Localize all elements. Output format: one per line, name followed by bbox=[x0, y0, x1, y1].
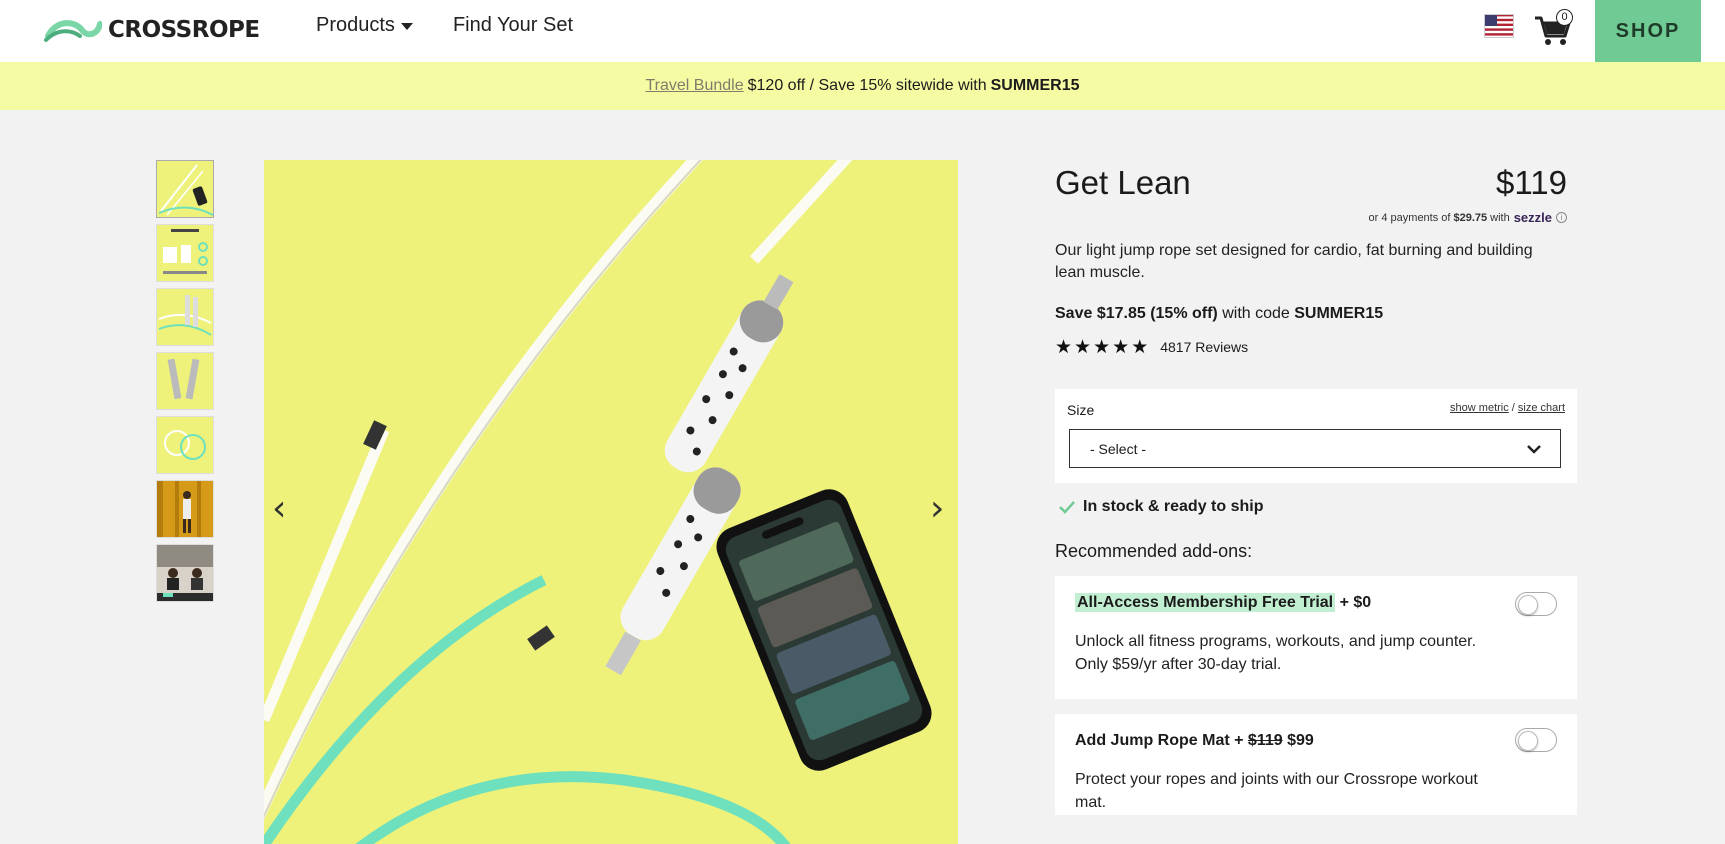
addons-title: Recommended add-ons: bbox=[1055, 541, 1253, 561]
save-offer: Save $17.85 (15% off) with code SUMMER15 bbox=[1055, 305, 1383, 323]
main-nav: Products Find Your Set bbox=[316, 14, 573, 37]
addon-mat-header: Add Jump Rope Mat + $119 $99 bbox=[1075, 732, 1314, 750]
size-selector-box: Size show metric / size chart - Select - bbox=[1055, 389, 1577, 483]
size-select-value: - Select - bbox=[1090, 440, 1147, 457]
crossrope-logo[interactable]: CROSSROPE bbox=[44, 10, 260, 50]
addon-membership-toggle[interactable] bbox=[1515, 592, 1557, 616]
nav-products[interactable]: Products bbox=[316, 14, 413, 37]
star-icon: ★ bbox=[1074, 336, 1092, 358]
crossrope-logo-icon bbox=[44, 20, 102, 42]
save-amount: Save $17.85 (15% off) bbox=[1055, 305, 1218, 322]
product-main-image bbox=[264, 160, 958, 844]
save-code: SUMMER15 bbox=[1294, 305, 1384, 322]
star-icon: ★ bbox=[1131, 336, 1149, 358]
chevron-down-icon bbox=[1527, 445, 1541, 454]
thumbnail-list bbox=[156, 160, 214, 608]
size-chart-link[interactable]: size chart bbox=[1518, 402, 1565, 414]
star-icon: ★ bbox=[1055, 336, 1073, 358]
addon-mat-new-price: $99 bbox=[1287, 732, 1314, 749]
addon-mat-plus: + bbox=[1234, 732, 1244, 749]
check-icon bbox=[1059, 501, 1075, 514]
product-description: Our light jump rope set designed for car… bbox=[1055, 242, 1533, 281]
caret-down-icon bbox=[400, 23, 413, 30]
size-select[interactable]: - Select - bbox=[1069, 429, 1561, 468]
addon-membership: All-Access Membership Free Trial + $0 Un… bbox=[1055, 576, 1577, 699]
stock-text: In stock & ready to ship bbox=[1083, 498, 1264, 515]
sezzle-logo: sezzle bbox=[1513, 210, 1552, 225]
addon-mat-old-price: $119 bbox=[1247, 732, 1283, 749]
size-links-separator: / bbox=[1511, 402, 1515, 414]
addon-membership-description: Unlock all fitness programs, workouts, a… bbox=[1075, 633, 1477, 673]
sezzle-prefix: or 4 payments of bbox=[1368, 211, 1451, 224]
star-icon: ★ bbox=[1093, 336, 1111, 358]
product-price: $119 bbox=[1496, 164, 1567, 201]
promo-text: $120 off / Save 15% sitewide with bbox=[747, 77, 987, 94]
addon-mat-description: Protect your ropes and joints with our C… bbox=[1075, 771, 1478, 811]
addon-jump-rope-mat: Add Jump Rope Mat + $119 $99 Protect you… bbox=[1055, 714, 1577, 815]
nav-find-your-set[interactable]: Find Your Set bbox=[453, 14, 573, 37]
sezzle-amount: $29.75 bbox=[1453, 211, 1488, 224]
nav-products-label: Products bbox=[316, 14, 395, 36]
save-text: with code bbox=[1222, 305, 1290, 322]
us-flag-icon[interactable] bbox=[1484, 14, 1514, 38]
addon-mat-toggle[interactable] bbox=[1515, 728, 1557, 752]
sezzle-with: with bbox=[1490, 211, 1510, 224]
thumbnail-3[interactable] bbox=[156, 288, 214, 346]
thumbnail-7[interactable] bbox=[156, 544, 214, 602]
promo-code: SUMMER15 bbox=[990, 77, 1080, 94]
size-links: show metric / size chart bbox=[1450, 402, 1565, 414]
addon-membership-header: All-Access Membership Free Trial + $0 bbox=[1075, 593, 1372, 612]
gallery-prev-arrow[interactable]: ‹ bbox=[272, 488, 286, 529]
product-title: Get Lean bbox=[1055, 164, 1191, 201]
star-icon: ★ bbox=[1112, 336, 1130, 358]
size-label: Size bbox=[1067, 402, 1095, 418]
thumbnail-5[interactable] bbox=[156, 416, 214, 474]
addon-membership-price: + $0 bbox=[1339, 594, 1372, 611]
site-header: CROSSROPE Products Find Your Set 0 SHOP bbox=[0, 0, 1725, 62]
nav-find-your-set-label: Find Your Set bbox=[452, 14, 574, 36]
show-metric-link[interactable]: show metric bbox=[1450, 402, 1509, 414]
addon-mat-name: Add Jump Rope Mat bbox=[1075, 732, 1230, 749]
sezzle-payments[interactable]: or 4 payments of $29.75 with sezzle i bbox=[1369, 210, 1567, 225]
stock-status: In stock & ready to ship bbox=[1059, 498, 1263, 516]
shop-button[interactable]: SHOP bbox=[1595, 0, 1701, 62]
reviews-link[interactable]: 4817 Reviews bbox=[1160, 339, 1248, 355]
addon-membership-name: All-Access Membership Free Trial bbox=[1075, 593, 1336, 612]
info-icon[interactable]: i bbox=[1556, 212, 1567, 223]
logo-wordmark: CROSSROPE bbox=[108, 17, 260, 43]
promo-travel-bundle-link[interactable]: Travel Bundle bbox=[646, 77, 744, 95]
thumbnail-4[interactable] bbox=[156, 352, 214, 410]
rating: ★ ★ ★ ★ ★ 4817 Reviews bbox=[1055, 336, 1248, 358]
gallery-next-arrow[interactable]: › bbox=[930, 488, 944, 529]
thumbnail-2[interactable] bbox=[156, 224, 214, 282]
thumbnail-1[interactable] bbox=[156, 160, 214, 218]
promo-bar: Travel Bundle $120 off / Save 15% sitewi… bbox=[0, 62, 1725, 110]
thumbnail-6[interactable] bbox=[156, 480, 214, 538]
cart-count-badge: 0 bbox=[1556, 9, 1573, 26]
